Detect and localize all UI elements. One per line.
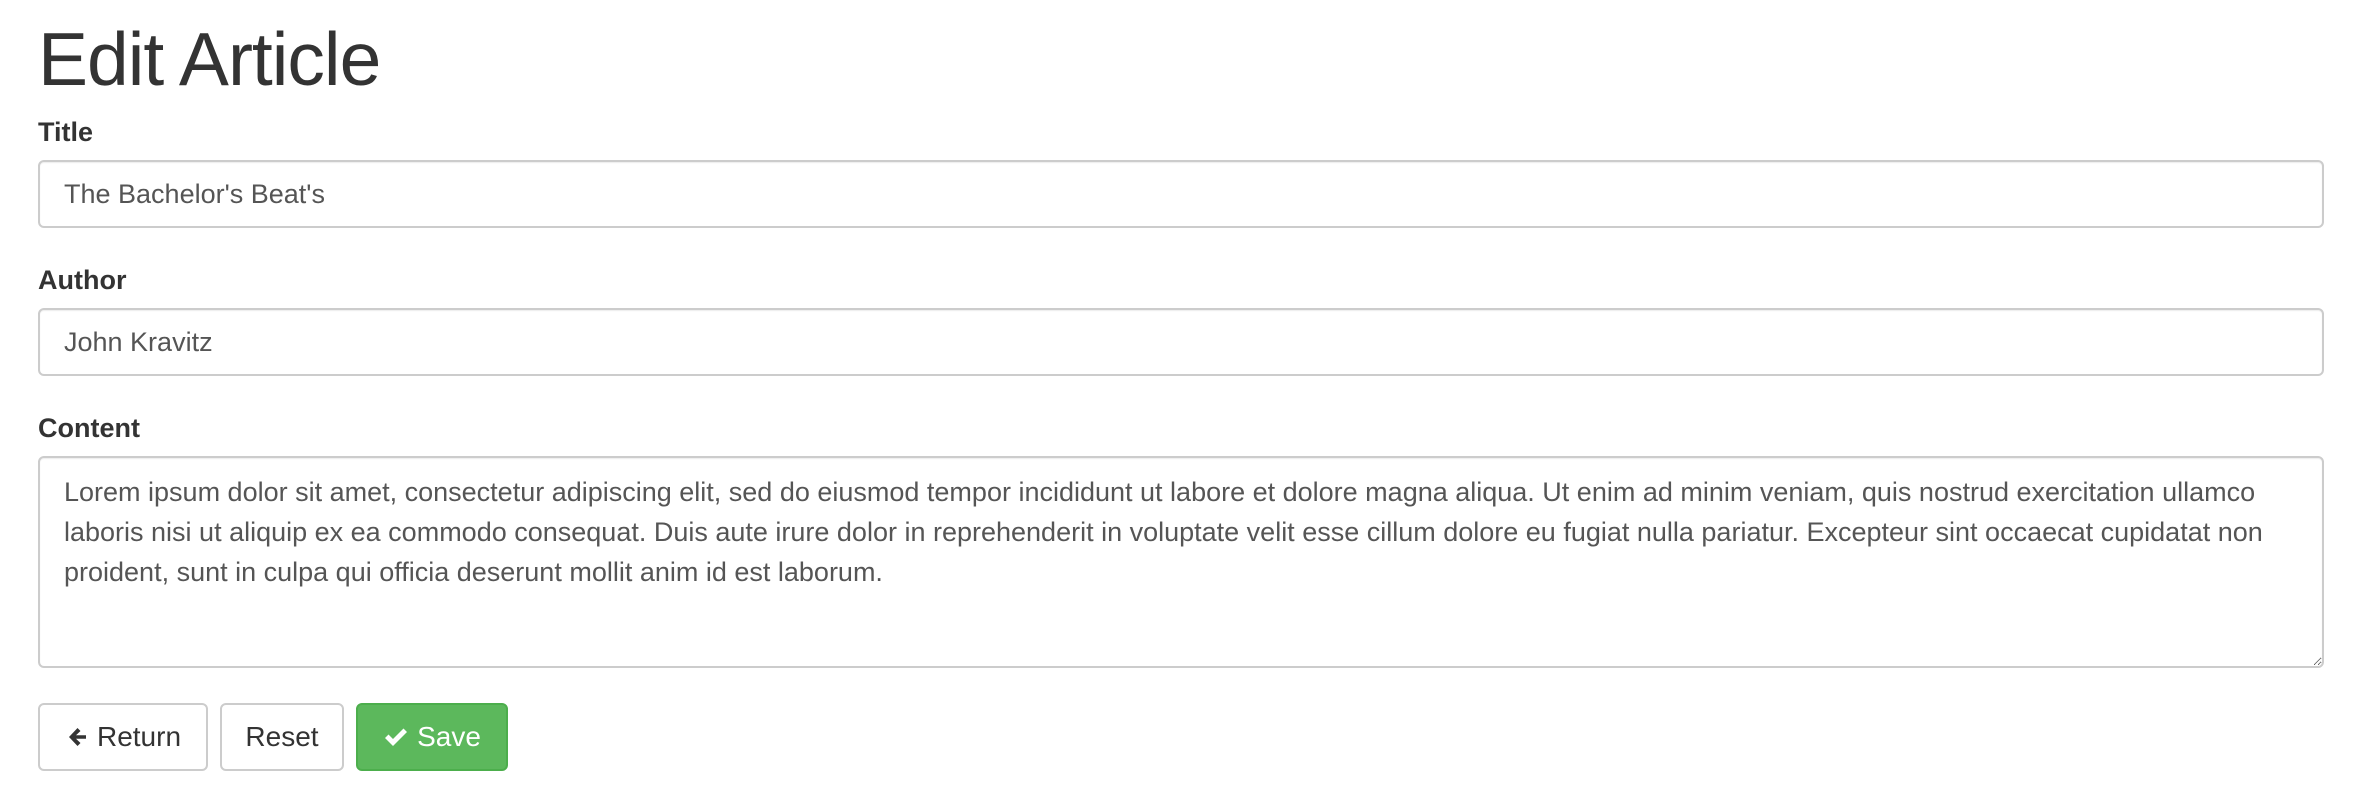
author-label: Author — [38, 265, 127, 295]
form-actions: Return Reset Save — [38, 703, 508, 771]
author-form-group: Author — [38, 264, 2324, 376]
content-form-group: Content Lorem ipsum dolor sit amet, cons… — [38, 412, 2324, 668]
title-label: Title — [38, 117, 94, 147]
check-icon — [383, 725, 409, 749]
reset-button-label: Reset — [245, 721, 319, 752]
save-button[interactable]: Save — [356, 703, 508, 771]
arrow-left-icon — [65, 725, 89, 749]
reset-button[interactable]: Reset — [220, 703, 344, 771]
author-input[interactable] — [38, 308, 2324, 376]
title-input[interactable] — [38, 160, 2324, 228]
save-button-label: Save — [417, 721, 481, 752]
return-button[interactable]: Return — [38, 703, 208, 771]
content-textarea[interactable]: Lorem ipsum dolor sit amet, consectetur … — [38, 456, 2324, 668]
return-button-label: Return — [96, 721, 182, 752]
content-label: Content — [38, 413, 140, 443]
page-title: Edit Article — [38, 17, 381, 101]
title-form-group: Title — [38, 116, 2324, 228]
